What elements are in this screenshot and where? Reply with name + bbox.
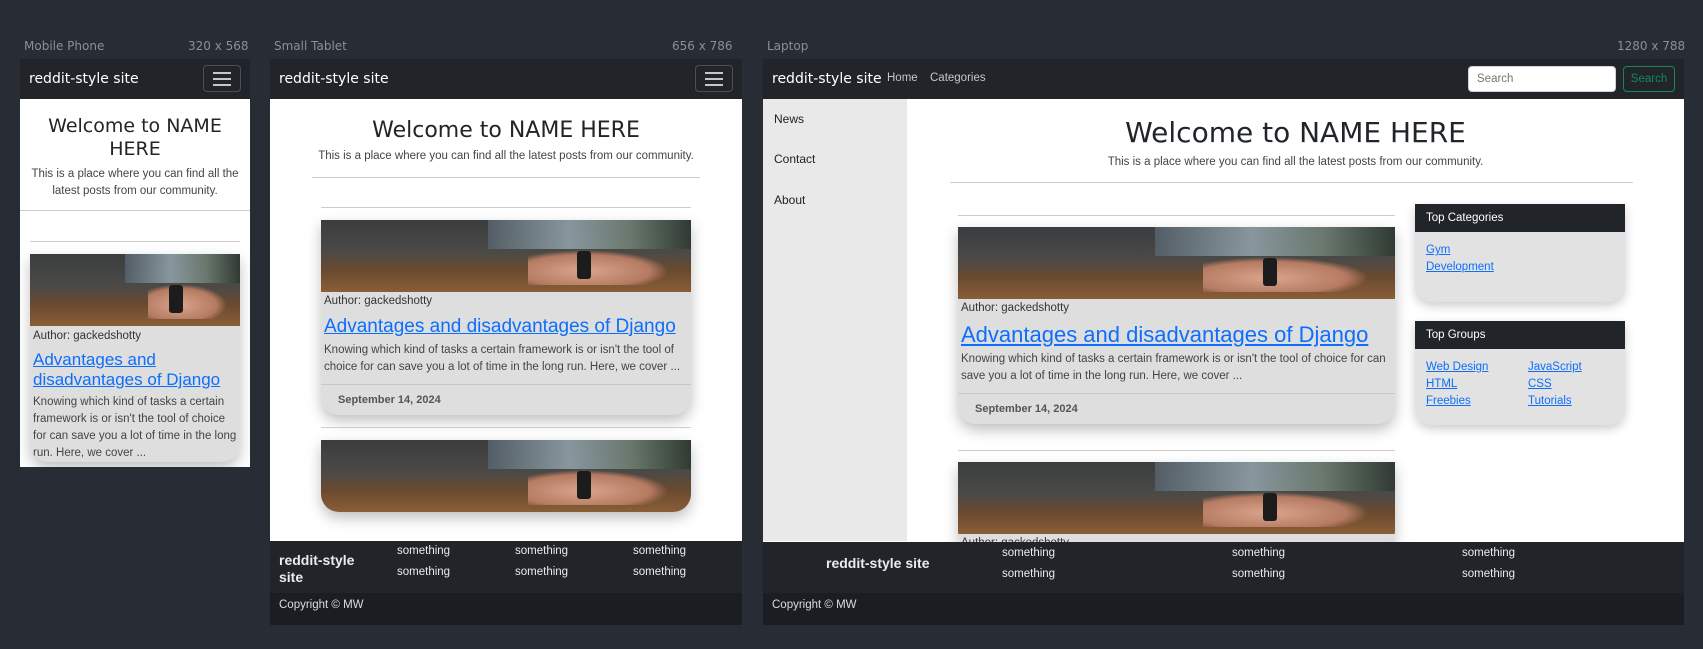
navbar: reddit-style site bbox=[270, 59, 742, 99]
footer-link[interactable]: something bbox=[1002, 547, 1055, 559]
footer-link[interactable]: something bbox=[633, 566, 686, 578]
search-input[interactable] bbox=[1468, 66, 1616, 92]
divider bbox=[30, 241, 240, 242]
footer-link[interactable]: something bbox=[1462, 568, 1515, 580]
tablet-frame: reddit-style site Welcome to NAME HERE T… bbox=[270, 59, 742, 625]
divider bbox=[958, 450, 1395, 451]
main-content: Welcome to NAME HERE This is a place whe… bbox=[907, 99, 1684, 549]
device-label-mobile: Mobile Phone bbox=[24, 39, 105, 53]
page-title: Welcome to NAME HERE bbox=[1125, 116, 1466, 149]
divider bbox=[20, 210, 250, 211]
footer-link[interactable]: something bbox=[1462, 547, 1515, 559]
post-excerpt: Knowing which kind of tasks a certain fr… bbox=[961, 353, 1386, 382]
footer-link[interactable]: something bbox=[397, 566, 450, 578]
laptop-frame: reddit-style site Home Categories Search… bbox=[763, 59, 1684, 625]
brand-link[interactable]: reddit-style site bbox=[29, 71, 139, 87]
post-date: September 14, 2024 bbox=[321, 384, 691, 415]
search-button[interactable]: Search bbox=[1623, 66, 1675, 92]
page-subtitle: This is a place where you can find all t… bbox=[1107, 156, 1484, 168]
page-title: Welcome to NAME HERE bbox=[372, 118, 640, 143]
device-size-laptop: 1280 x 788 bbox=[1617, 39, 1686, 53]
sidebar-item-news[interactable]: News bbox=[774, 112, 804, 126]
footer-link[interactable]: something bbox=[397, 545, 450, 557]
navbar: reddit-style site bbox=[20, 59, 250, 99]
post-image bbox=[958, 227, 1395, 299]
post-card[interactable]: Author: gackedshotty Advantages and disa… bbox=[958, 227, 1395, 424]
divider bbox=[321, 207, 691, 208]
post-author: Author: gackedshotty bbox=[961, 302, 1070, 314]
device-size-tablet: 656 x 786 bbox=[672, 39, 733, 53]
mobile-frame: reddit-style site Welcome to NAME HERE T… bbox=[20, 59, 250, 467]
post-card[interactable]: Author: gackedshotty bbox=[958, 462, 1395, 549]
group-link[interactable]: CSS bbox=[1528, 376, 1614, 393]
footer-link[interactable]: something bbox=[1232, 568, 1285, 580]
footer: reddit-style site something something so… bbox=[763, 542, 1684, 593]
top-categories-widget: Top Categories Gym Development bbox=[1415, 204, 1625, 302]
post-title-link[interactable]: Advantages and disadvantages of Django bbox=[958, 322, 1395, 348]
post-card[interactable]: Author: gackedshotty Advantages and disa… bbox=[321, 220, 691, 415]
footer-link[interactable]: something bbox=[515, 545, 568, 557]
post-author: Author: gackedshotty bbox=[324, 295, 433, 307]
group-link[interactable]: JavaScript bbox=[1528, 359, 1614, 376]
group-link[interactable]: HTML bbox=[1426, 376, 1528, 393]
post-card[interactable] bbox=[321, 440, 691, 512]
device-size-mobile: 320 x 568 bbox=[188, 39, 249, 53]
copyright: Copyright © MW bbox=[763, 593, 1684, 625]
footer-link[interactable]: something bbox=[1002, 568, 1055, 580]
post-image bbox=[30, 254, 240, 326]
hero: Welcome to NAME HERE This is a place whe… bbox=[270, 99, 742, 165]
post-date: September 14, 2024 bbox=[958, 393, 1395, 424]
brand-link[interactable]: reddit-style site bbox=[279, 71, 389, 87]
hamburger-icon[interactable] bbox=[695, 65, 733, 92]
post-image bbox=[321, 440, 691, 512]
post-author: Author: gackedshotty bbox=[33, 330, 142, 342]
post-image bbox=[321, 220, 691, 292]
top-groups-widget: Top Groups Web Design JavaScript HTML CS… bbox=[1415, 321, 1625, 425]
group-link[interactable]: Tutorials bbox=[1528, 393, 1614, 410]
sidebar-item-about[interactable]: About bbox=[774, 193, 805, 207]
group-link[interactable]: Web Design bbox=[1426, 359, 1528, 376]
device-label-laptop: Laptop bbox=[767, 39, 809, 53]
divider bbox=[950, 182, 1633, 183]
page-title: Welcome to NAME HERE bbox=[48, 115, 222, 160]
navbar: reddit-style site Home Categories Search bbox=[763, 59, 1684, 99]
copyright: Copyright © MW bbox=[270, 593, 742, 625]
footer-link[interactable]: something bbox=[515, 566, 568, 578]
page-subtitle: This is a place where you can find all t… bbox=[318, 150, 694, 162]
footer-brand: reddit-style site bbox=[826, 555, 930, 571]
device-label-tablet: Small Tablet bbox=[274, 39, 347, 53]
nav-link-home[interactable]: Home bbox=[887, 72, 918, 84]
footer-link[interactable]: something bbox=[633, 545, 686, 557]
brand-link[interactable]: reddit-style site bbox=[772, 71, 882, 87]
footer: reddit-style site something something so… bbox=[270, 541, 742, 593]
footer-link[interactable]: something bbox=[1232, 547, 1285, 559]
group-link[interactable]: Freebies bbox=[1426, 393, 1528, 410]
post-title-link[interactable]: Advantages and disadvantages of Django bbox=[321, 315, 691, 338]
hamburger-icon[interactable] bbox=[203, 65, 241, 92]
sidebar: News Contact About bbox=[763, 99, 907, 541]
widget-title: Top Categories bbox=[1415, 204, 1625, 232]
widget-title: Top Groups bbox=[1415, 321, 1625, 349]
category-link[interactable]: Gym bbox=[1426, 242, 1614, 259]
page-subtitle: This is a place where you can find all t… bbox=[31, 168, 239, 197]
post-card[interactable]: Author: gackedshotty Advantages and disa… bbox=[30, 254, 240, 462]
nav-link-categories[interactable]: Categories bbox=[930, 72, 986, 84]
category-link[interactable]: Development bbox=[1426, 259, 1614, 276]
divider bbox=[958, 215, 1395, 216]
post-title-link[interactable]: Advantages and disadvantages of Django bbox=[30, 350, 240, 390]
post-excerpt: Knowing which kind of tasks a certain fr… bbox=[324, 344, 681, 373]
hero: Welcome to NAME HERE This is a place whe… bbox=[907, 99, 1684, 171]
post-excerpt: Knowing which kind of tasks a certain fr… bbox=[33, 396, 237, 459]
footer-brand: reddit-style site bbox=[279, 552, 355, 585]
divider bbox=[312, 177, 700, 178]
hero: Welcome to NAME HERE This is a place whe… bbox=[20, 99, 250, 200]
sidebar-item-contact[interactable]: Contact bbox=[774, 152, 815, 166]
post-image bbox=[958, 462, 1395, 534]
divider bbox=[321, 427, 691, 428]
